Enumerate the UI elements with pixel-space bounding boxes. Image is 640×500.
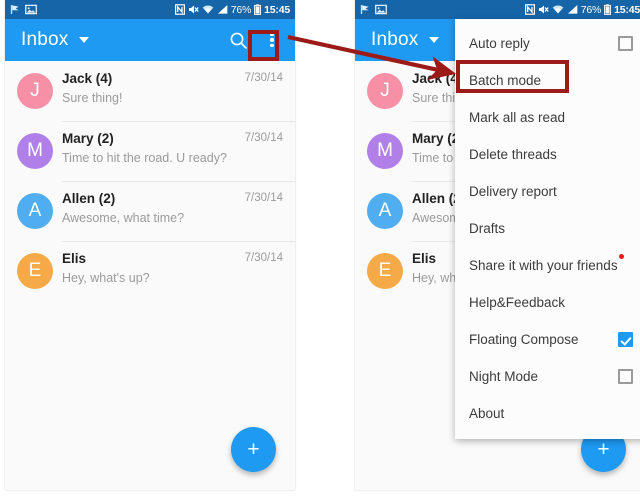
app-toolbar: Inbox (5, 19, 295, 61)
avatar: E (367, 253, 403, 289)
menu-item-label: Delete threads (469, 147, 557, 162)
status-bar-left-icons (360, 4, 387, 15)
mail-date: 7/30/14 (244, 72, 283, 84)
menu-item-batch-mode[interactable]: Batch mode (455, 62, 640, 99)
wifi-icon (552, 4, 564, 15)
compose-fab[interactable]: + (231, 427, 276, 472)
phone-screen-after: 76% 15:45 Inbox J Jack (4) Sure thing! 7… (355, 0, 640, 490)
overflow-menu-icon[interactable] (258, 26, 286, 54)
list-item[interactable]: E Elis Hey, what's up? 7/30/14 (5, 241, 295, 301)
battery-icon (604, 4, 612, 15)
avatar: J (367, 73, 403, 109)
toolbar-actions (224, 26, 295, 54)
clock-time: 15:45 (614, 3, 640, 16)
mail-sender: Mary (2) (62, 131, 114, 146)
battery-icon (254, 4, 262, 15)
clock-time: 15:45 (264, 3, 290, 16)
menu-item-share-it-with-your-friends[interactable]: Share it with your friends (455, 247, 640, 284)
menu-item-delete-threads[interactable]: Delete threads (455, 136, 640, 173)
avatar: E (17, 253, 53, 289)
overflow-menu: Auto reply Batch mode Mark all as read D… (455, 19, 640, 439)
flag-icon (10, 4, 21, 15)
menu-item-label: Drafts (469, 221, 506, 236)
mail-snippet: Sure thing! (62, 91, 123, 105)
mail-date: 7/30/14 (244, 192, 283, 204)
menu-item-label: Batch mode (469, 73, 542, 88)
search-icon[interactable] (224, 26, 252, 54)
nfc-icon (524, 4, 535, 15)
mail-snippet: Awesome, what time? (62, 211, 185, 225)
auto-reply-checkbox[interactable] (618, 36, 633, 51)
status-bar: 76% 15:45 (355, 0, 640, 19)
mail-snippet: Hey, what's up? (62, 271, 150, 285)
avatar: M (17, 133, 53, 169)
chevron-down-icon[interactable] (79, 37, 90, 43)
overflow-dots (270, 32, 274, 48)
status-bar-right-icons: 76% 15:45 (524, 3, 640, 16)
menu-item-about[interactable]: About (455, 395, 640, 432)
mail-list: J Jack (4) Sure thing! 7/30/14 M Mary (2… (5, 61, 295, 301)
list-item[interactable]: A Allen (2) Awesome, what time? 7/30/14 (5, 181, 295, 241)
menu-item-delivery-report[interactable]: Delivery report (455, 173, 640, 210)
mail-sender: Elis (62, 251, 87, 266)
menu-item-floating-compose[interactable]: Floating Compose (455, 321, 640, 358)
mail-date: 7/30/14 (244, 132, 283, 144)
avatar: M (367, 133, 403, 169)
battery-percent: 76% (580, 3, 602, 16)
mute-icon (188, 4, 199, 15)
image-icon (375, 4, 387, 15)
wifi-icon (202, 4, 214, 15)
toolbar-title[interactable]: Inbox (371, 29, 418, 51)
mail-text: Mary (2) Time to hit the road. U ready? (62, 131, 239, 165)
menu-item-drafts[interactable]: Drafts (455, 210, 640, 247)
menu-item-label: Floating Compose (469, 332, 579, 347)
battery-percent: 76% (230, 3, 252, 16)
list-item[interactable]: J Jack (4) Sure thing! 7/30/14 (5, 61, 295, 121)
status-bar-left-icons (10, 4, 37, 15)
mail-date: 7/30/14 (244, 252, 283, 264)
floating-compose-checkbox[interactable] (618, 332, 633, 347)
mail-text: Allen (2) Awesome, what time? (62, 191, 239, 225)
menu-item-night-mode[interactable]: Night Mode (455, 358, 640, 395)
signal-icon (217, 4, 228, 15)
menu-item-label: Share it with your friends (469, 254, 624, 273)
mail-sender: Jack (4) (62, 71, 113, 86)
mail-text: Elis Hey, what's up? (62, 251, 239, 285)
menu-item-label: Mark all as read (469, 110, 566, 125)
night-mode-checkbox[interactable] (618, 369, 633, 384)
avatar: A (367, 193, 403, 229)
signal-icon (567, 4, 578, 15)
menu-item-mark-all-as-read[interactable]: Mark all as read (455, 99, 640, 136)
avatar: J (17, 73, 53, 109)
status-bar-right-icons: 76% 15:45 (174, 3, 290, 16)
toolbar-title[interactable]: Inbox (21, 29, 68, 51)
chevron-down-icon[interactable] (429, 37, 440, 43)
mute-icon (538, 4, 549, 15)
phone-screen-before: 76% 15:45 Inbox J Jack (4) Sure thing! 7… (5, 0, 295, 490)
menu-item-help-and-feedback[interactable]: Help&Feedback (455, 284, 640, 321)
menu-item-label: Delivery report (469, 184, 557, 199)
new-badge-dot (618, 254, 624, 259)
mail-sender: Allen (2) (62, 191, 116, 206)
menu-item-label: Auto reply (469, 36, 530, 51)
mail-text: Jack (4) Sure thing! (62, 71, 239, 105)
flag-icon (360, 4, 371, 15)
list-item[interactable]: M Mary (2) Time to hit the road. U ready… (5, 121, 295, 181)
menu-item-label: Help&Feedback (469, 295, 566, 310)
nfc-icon (174, 4, 185, 15)
screenshot-root: 76% 15:45 Inbox J Jack (4) Sure thing! 7… (0, 0, 640, 500)
status-bar: 76% 15:45 (5, 0, 295, 19)
image-icon (25, 4, 37, 15)
mail-snippet: Time to hit the road. U ready? (62, 151, 227, 165)
avatar: A (17, 193, 53, 229)
menu-item-label: Night Mode (469, 369, 539, 384)
menu-item-label: About (469, 406, 505, 421)
menu-item-auto-reply[interactable]: Auto reply (455, 25, 640, 62)
